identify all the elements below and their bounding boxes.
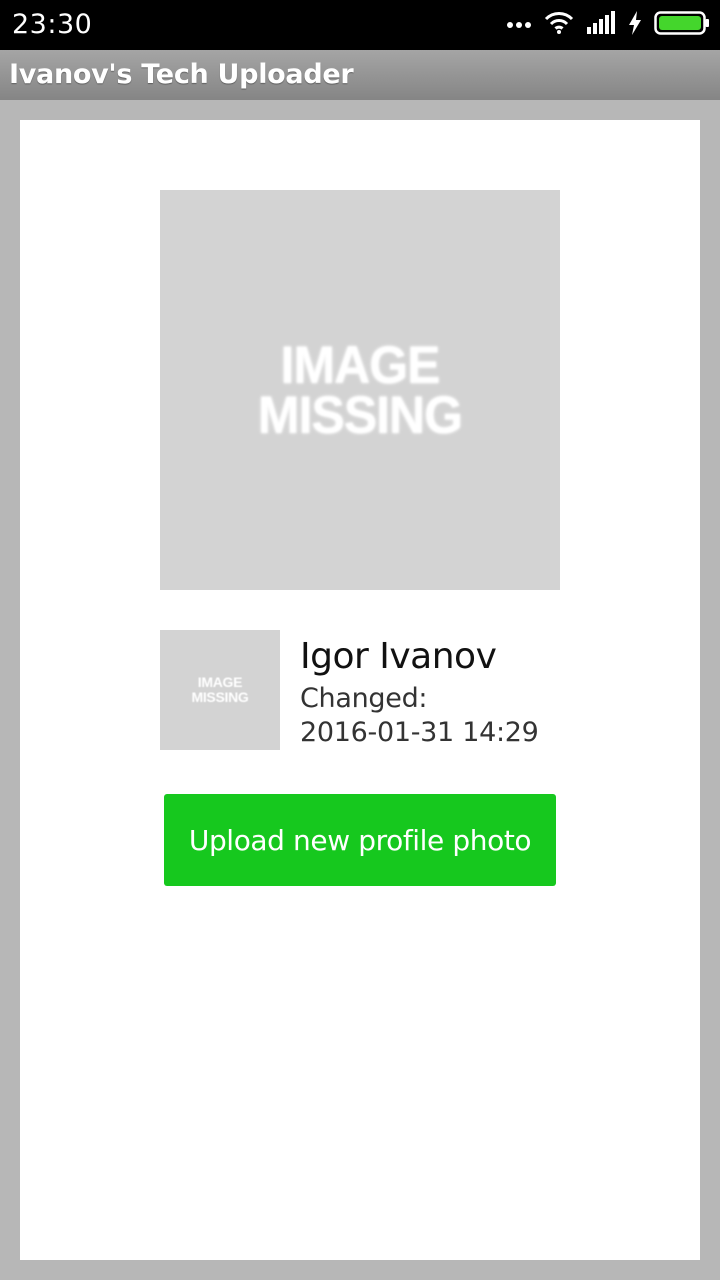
- changed-label: Changed:: [300, 683, 428, 714]
- app-title: Ivanov's Tech Uploader: [9, 59, 354, 90]
- changed-timestamp: 2016-01-31 14:29: [300, 717, 539, 748]
- battery-icon: [654, 10, 710, 40]
- app-bar: Ivanov's Tech Uploader: [0, 50, 720, 100]
- wifi-icon: [544, 11, 574, 40]
- profile-photo-thumbnail: IMAGE MISSING: [160, 630, 280, 750]
- user-name: Igor Ivanov: [300, 636, 497, 677]
- status-bar: 23:30: [0, 0, 720, 50]
- image-missing-line2: MISSING: [257, 385, 463, 445]
- status-icons: [494, 9, 710, 41]
- thumbnail-missing-line2: MISSING: [191, 689, 249, 705]
- status-time: 23:30: [12, 9, 93, 40]
- more-dots-icon: [506, 16, 532, 34]
- upload-photo-button[interactable]: Upload new profile photo: [164, 794, 556, 886]
- profile-card: IMAGE MISSING IMAGE MISSING Igor Ivanov …: [20, 120, 700, 1260]
- profile-photo-large: IMAGE MISSING: [160, 190, 560, 590]
- image-missing-line1: IMAGE: [280, 335, 441, 395]
- thumbnail-missing-line1: IMAGE: [197, 674, 243, 690]
- signal-icon: [586, 10, 616, 40]
- charging-bolt-icon: [628, 10, 642, 40]
